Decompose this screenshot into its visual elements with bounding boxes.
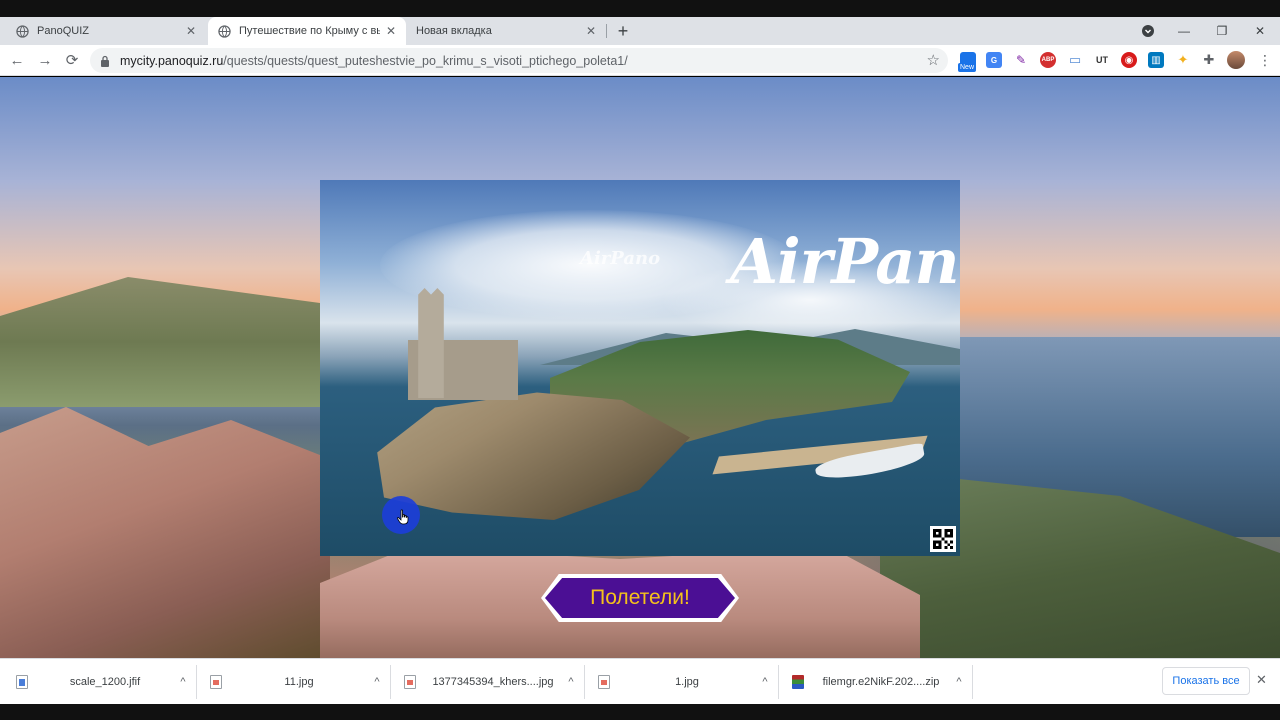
url-text: mycity.panoquiz.ru/quests/quests/quest_p… [120, 54, 628, 68]
url-host: mycity.panoquiz.ru [120, 53, 224, 68]
tab-crimea-quest[interactable]: Путешествие по Крыму с высот ✕ [208, 17, 406, 45]
page-background: AirPano AirPano [0, 77, 1280, 658]
download-filename: filemgr.e2NikF.202....zip [822, 676, 940, 688]
tab-panoquiz[interactable]: PanoQUIZ ✕ [6, 17, 206, 45]
downloads-bar: scale_1200.jfif ^ 11.jpg ^ 1377345394_kh… [0, 658, 1280, 704]
lock-icon [101, 55, 109, 67]
puzzle-extension-icon[interactable]: ✚ [1201, 52, 1217, 68]
preview-castle-tower [418, 288, 444, 398]
chevron-down-icon [1142, 25, 1154, 37]
chevron-up-icon[interactable]: ^ [366, 676, 388, 688]
qr-code-graphic [933, 529, 953, 549]
browser-toolbar: ← → ⟳ mycity.panoquiz.ru/quests/quests/q… [0, 45, 1280, 76]
download-item[interactable]: 11.jpg ^ [194, 659, 388, 705]
profile-avatar[interactable] [1227, 51, 1245, 69]
hand-cursor-icon [397, 509, 409, 525]
chevron-up-icon[interactable]: ^ [754, 676, 776, 688]
download-item[interactable]: filemgr.e2NikF.202....zip ^ [776, 659, 970, 705]
url-path: /quests/quests/quest_puteshestvie_po_kri… [223, 53, 628, 68]
tab-title: PanoQUIZ [37, 25, 89, 37]
globe-icon [218, 24, 231, 38]
new-badge: New [958, 63, 977, 72]
image-file-icon [210, 675, 222, 689]
tab-title: Путешествие по Крыму с высот [239, 25, 380, 37]
fly-button[interactable]: Полетели! [545, 578, 735, 618]
archive-file-icon [792, 675, 804, 689]
background-cliff-left [0, 407, 330, 658]
new-tab-button[interactable]: + [612, 17, 634, 45]
brush-extension-icon[interactable]: ✦ [1175, 52, 1191, 68]
back-button[interactable]: ← [6, 49, 28, 71]
chevron-up-icon[interactable]: ^ [172, 676, 194, 688]
file-icon [16, 675, 28, 689]
top-strip [0, 0, 1280, 17]
download-separator [972, 665, 973, 699]
record-extension-icon[interactable]: ◉ [1121, 52, 1137, 68]
show-all-downloads-button[interactable]: Показать все [1162, 667, 1250, 695]
tab-new-tab[interactable]: Новая вкладка ✕ [406, 17, 606, 45]
qr-code-icon[interactable] [930, 526, 956, 552]
bookmark-star-icon[interactable]: ☆ [927, 51, 940, 69]
translate-extension-icon[interactable]: G [986, 52, 1002, 68]
minimize-button[interactable]: — [1167, 17, 1201, 45]
reload-button[interactable]: ⟳ [61, 49, 83, 71]
tab-search-button[interactable] [1131, 17, 1165, 45]
close-icon[interactable]: ✕ [586, 24, 596, 38]
close-icon[interactable]: ✕ [386, 24, 396, 38]
image-file-icon [598, 675, 610, 689]
tab-separator [606, 24, 607, 38]
adblock-extension-icon[interactable]: ABP [1040, 52, 1056, 68]
maximize-button[interactable]: ❐ [1205, 17, 1239, 45]
address-bar[interactable]: mycity.panoquiz.ru/quests/quests/quest_p… [90, 48, 948, 73]
forward-button[interactable]: → [34, 49, 56, 71]
close-icon[interactable]: ✕ [186, 24, 196, 38]
download-filename: 1.jpg [675, 676, 699, 688]
tab-title: Новая вкладка [416, 25, 492, 37]
download-filename: 11.jpg [284, 676, 314, 688]
menu-kebab-icon[interactable]: ⋮ [1254, 49, 1276, 71]
globe-icon [16, 24, 29, 38]
window-close-button[interactable]: ✕ [1243, 17, 1277, 45]
chevron-up-icon[interactable]: ^ [560, 676, 582, 688]
tour-preview-image[interactable]: AirPano AirPano [320, 180, 960, 556]
image-file-icon [404, 675, 416, 689]
download-filename: scale_1200.jfif [69, 676, 141, 688]
background-village [0, 277, 320, 407]
bottom-strip [0, 704, 1280, 720]
download-item[interactable]: scale_1200.jfif ^ [0, 659, 194, 705]
screenshot-extension-icon[interactable]: ▭ [1067, 52, 1083, 68]
chevron-up-icon[interactable]: ^ [948, 676, 970, 688]
tab-bar: PanoQUIZ ✕ Путешествие по Крыму с высот … [0, 17, 1280, 45]
download-item[interactable]: 1.jpg ^ [582, 659, 776, 705]
trello-extension-icon[interactable]: ▥ [1148, 52, 1164, 68]
ut-extension-icon[interactable]: UT [1094, 52, 1110, 68]
pen-extension-icon[interactable]: ✎ [1013, 52, 1029, 68]
download-filename: 1377345394_khers....jpg [432, 676, 554, 688]
download-item[interactable]: 1377345394_khers....jpg ^ [388, 659, 582, 705]
airpano-watermark: AirPano [580, 248, 661, 269]
close-downloads-icon[interactable]: ✕ [1256, 672, 1267, 688]
airpano-logo: AirPano [730, 225, 960, 298]
